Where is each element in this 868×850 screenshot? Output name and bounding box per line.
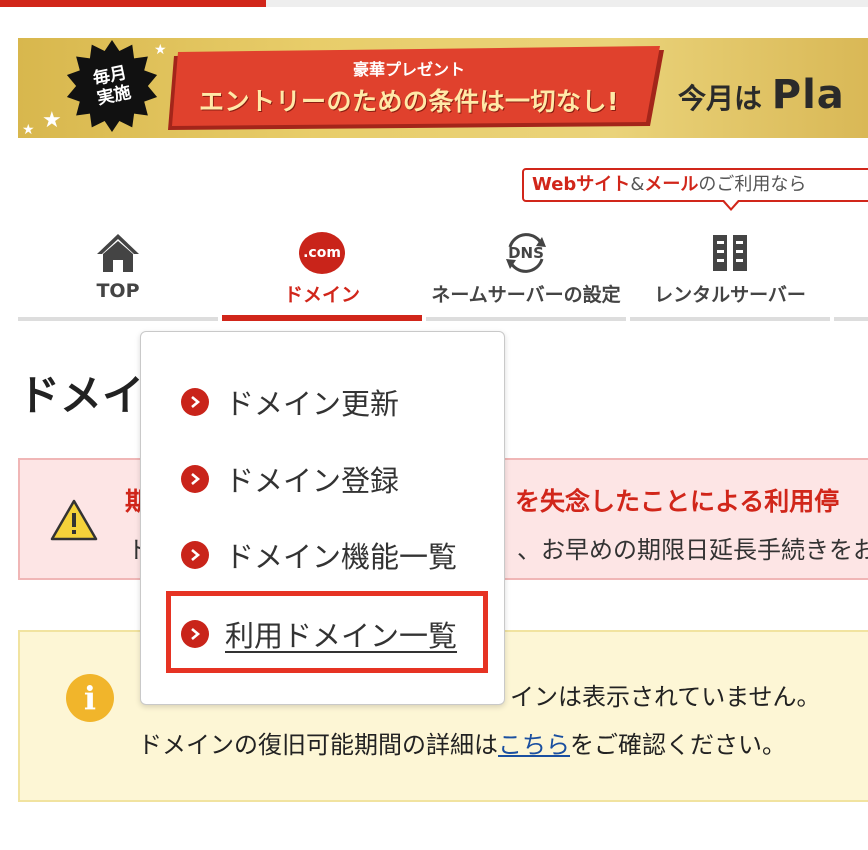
menu-item-domain-list[interactable]: 利用ドメイン一覧 (181, 614, 457, 654)
banner-brand: Pla (771, 72, 845, 118)
warning-icon (50, 499, 98, 541)
nav-tab-label: レンタルサーバー (654, 284, 806, 306)
info-icon: i (66, 674, 114, 722)
dot-com-icon: .com (299, 232, 345, 274)
menu-item-domain-features[interactable]: ドメイン機能一覧 (181, 535, 457, 575)
info-line-2: ドメインの復旧可能期間の詳細はこちらをご確認ください。 (138, 731, 786, 759)
star-icon: ★ (42, 108, 62, 133)
nav-tab-label: TOP (96, 280, 140, 302)
badge-text: 毎月 実施 (91, 62, 133, 110)
top-progress-bar (0, 0, 868, 7)
nav-tab-top[interactable]: TOP (18, 222, 218, 322)
nav-tab-nameserver[interactable]: DNS ネームサーバーの設定 (426, 222, 626, 322)
menu-item-domain-register[interactable]: ドメイン登録 (181, 459, 399, 499)
promo-callout[interactable]: Webサイト&メールのご利用なら (522, 168, 868, 202)
details-link[interactable]: こちら (498, 731, 570, 759)
domain-dropdown-menu: ドメイン更新 ドメイン登録 ドメイン機能一覧 利用ドメイン一覧 (140, 331, 505, 705)
ribbon-subtitle: 豪華プレゼント (352, 60, 465, 79)
chevron-right-icon (181, 388, 209, 416)
nav-tab-underline (630, 317, 830, 321)
menu-item-domain-renew[interactable]: ドメイン更新 (181, 382, 399, 422)
nav-tab-domain[interactable]: .com ドメイン (222, 222, 422, 322)
nav-tab-underline (18, 317, 218, 321)
nav-tab-underline (222, 315, 422, 321)
top-progress-fill (0, 0, 266, 7)
star-icon: ★ (22, 122, 35, 138)
banner-right-text: 今月は Pla (678, 72, 845, 118)
nav-tab-label: ネームサーバーの設定 (431, 284, 621, 306)
nav-tab-underline (834, 317, 868, 321)
promo-banner[interactable]: ★ ★ ★ 毎月 実施 豪華プレゼント エントリーのための条件は一切なし! 今月は… (18, 38, 868, 138)
callout-tail-inner (724, 200, 738, 208)
dns-icon: DNS (502, 229, 550, 277)
nav-tab-rental-server[interactable]: レンタルサーバー (630, 222, 830, 322)
ribbon-title: エントリーのための条件は一切なし! (199, 87, 619, 116)
nav-tab-label: ドメイン (283, 284, 360, 306)
chevron-right-icon (181, 541, 209, 569)
nav-tab-next[interactable] (834, 222, 868, 322)
home-icon (97, 234, 139, 272)
chevron-right-icon (181, 465, 209, 493)
server-icon (713, 231, 747, 275)
chevron-right-icon (181, 620, 209, 648)
nav-tab-underline (426, 317, 626, 321)
